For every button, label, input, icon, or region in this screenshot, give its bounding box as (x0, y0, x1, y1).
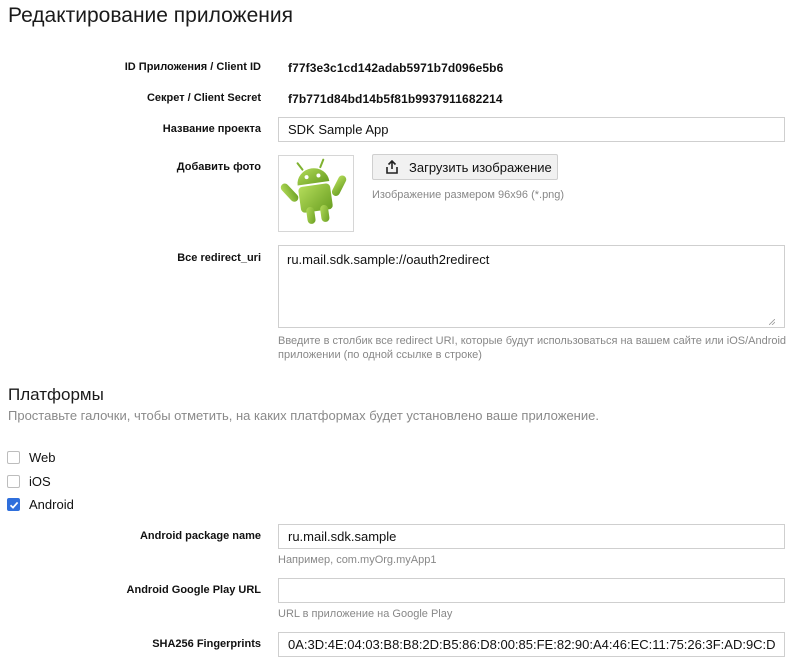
platform-web-label: Web (29, 450, 56, 465)
platform-web-checkbox-row[interactable]: Web (7, 450, 56, 465)
checkmark-icon (9, 501, 18, 509)
upload-image-label: Загрузить изображение (409, 159, 552, 175)
android-robot-icon (280, 158, 347, 224)
redirect-uri-hint-line1: Введите в столбик все redirect URI, кото… (278, 335, 787, 347)
app-photo (278, 155, 354, 232)
google-play-url-input[interactable] (278, 578, 785, 603)
platform-android-checkbox-row[interactable]: Android (7, 497, 74, 512)
redirect-uri-hint-line2: приложении (по одной ссылке в строке) (278, 349, 482, 361)
upload-icon (386, 159, 398, 174)
platforms-description: Проставьте галочки, чтобы отметить, на к… (8, 408, 599, 423)
android-package-name-hint: Например, com.myOrg.myApp1 (278, 554, 437, 566)
google-play-url-hint: URL в приложение на Google Play (278, 608, 453, 620)
platform-ios-checkbox[interactable] (7, 475, 20, 488)
redirect-uri-label: Все redirect_uri (177, 252, 261, 264)
photo-hint: Изображение размером 96x96 (*.png) (372, 189, 565, 201)
sha256-label: SHA256 Fingerprints (152, 638, 261, 650)
sha256-input[interactable] (278, 632, 785, 657)
platform-web-checkbox[interactable] (7, 451, 20, 464)
platform-ios-checkbox-row[interactable]: iOS (7, 474, 51, 489)
platform-ios-label: iOS (29, 474, 51, 489)
redirect-uri-hint: Введите в столбик все redirect URI, кото… (278, 334, 786, 362)
google-play-url-label: Android Google Play URL (126, 584, 261, 596)
redirect-uri-value: ru.mail.sdk.sample://oauth2redirect (287, 252, 490, 267)
android-package-name-input[interactable] (278, 524, 785, 549)
client-secret-label: Секрет / Client Secret (146, 92, 261, 104)
project-name-input[interactable] (278, 117, 785, 142)
project-name-label: Название проекта (162, 123, 261, 135)
redirect-uri-textarea[interactable]: ru.mail.sdk.sample://oauth2redirect (278, 245, 785, 328)
client-id-label: ID Приложения / Client ID (124, 61, 261, 73)
client-id-value: f77f3e3c1cd142adab5971b7d096e5b6 (288, 61, 504, 75)
platform-android-label: Android (29, 497, 74, 512)
upload-image-button[interactable]: Загрузить изображение (372, 154, 558, 180)
platform-android-checkbox[interactable] (7, 498, 20, 511)
resize-grip-icon[interactable] (769, 319, 775, 325)
page-title: Редактирование приложения (8, 4, 293, 27)
platforms-title: Платформы (8, 385, 104, 404)
android-package-name-label: Android package name (139, 530, 261, 542)
client-secret-value: f7b771d84bd14b5f81b9937911682214 (288, 92, 503, 106)
photo-label: Добавить фото (176, 161, 261, 173)
